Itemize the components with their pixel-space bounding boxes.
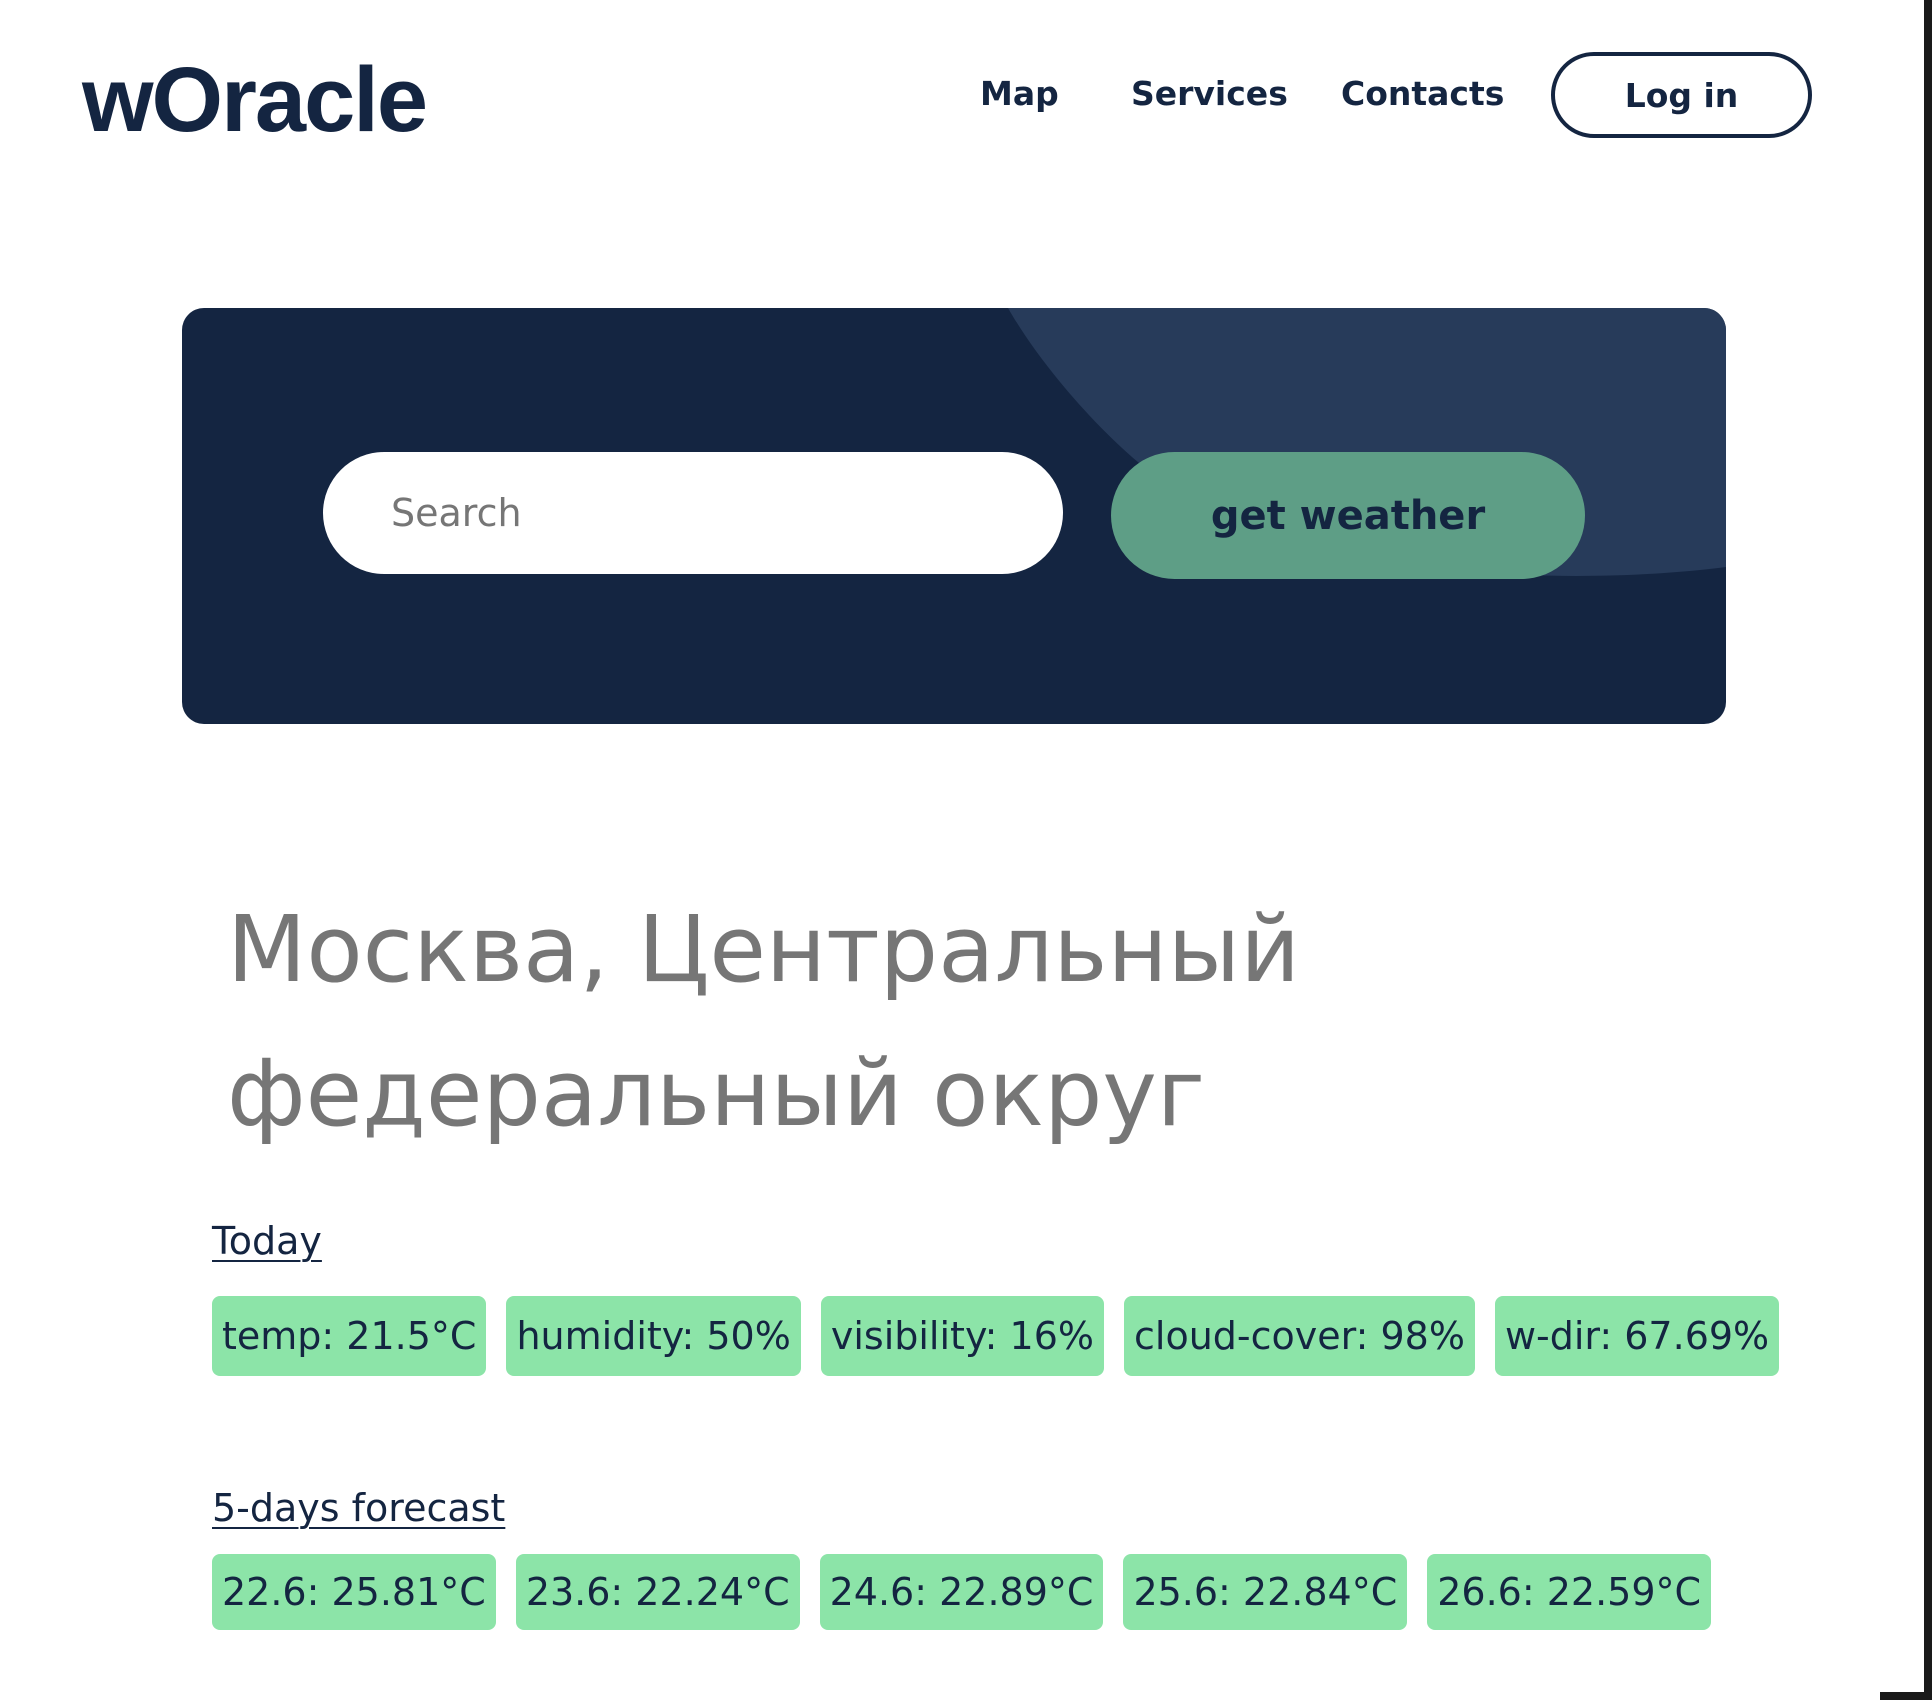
forecast-heading[interactable]: 5-days forecast: [212, 1483, 505, 1533]
forecast-day: 22.6: 25.81°C: [212, 1554, 496, 1630]
nav-link-contacts[interactable]: Contacts: [1341, 70, 1504, 118]
search-input[interactable]: [323, 452, 1063, 574]
logo[interactable]: wOracle: [82, 48, 428, 152]
metric-wind-direction: w-dir: 67.69%: [1494, 1296, 1780, 1376]
today-heading[interactable]: Today: [212, 1216, 322, 1266]
metric-temp: temp: 21.5°C: [212, 1296, 487, 1376]
metric-visibility: visibility: 16%: [820, 1296, 1105, 1376]
today-metrics: temp: 21.5°C humidity: 50% visibility: 1…: [212, 1296, 1780, 1376]
search-panel: get weather: [182, 308, 1726, 724]
metric-cloud-cover: cloud-cover: 98%: [1124, 1296, 1475, 1376]
forecast-day: 25.6: 22.84°C: [1123, 1554, 1408, 1630]
forecast-list: 22.6: 25.81°C 23.6: 22.24°C 24.6: 22.89°…: [212, 1554, 1712, 1630]
metric-humidity: humidity: 50%: [506, 1296, 801, 1376]
nav-link-services[interactable]: Services: [1131, 70, 1288, 118]
forecast-day: 24.6: 22.89°C: [819, 1554, 1104, 1630]
window-edge: [1924, 0, 1932, 1700]
forecast-day: 23.6: 22.24°C: [515, 1554, 800, 1630]
nav-link-map[interactable]: Map: [980, 70, 1059, 118]
weather-page: wOracle Map Services Contacts Log in get…: [0, 0, 1932, 1700]
login-button[interactable]: Log in: [1551, 52, 1812, 138]
forecast-day: 26.6: 22.59°C: [1427, 1554, 1712, 1630]
window-edge-bottom: [1880, 1692, 1932, 1700]
location-title: Москва, Центральный федеральный округ: [227, 896, 1301, 1147]
get-weather-button[interactable]: get weather: [1111, 452, 1585, 579]
